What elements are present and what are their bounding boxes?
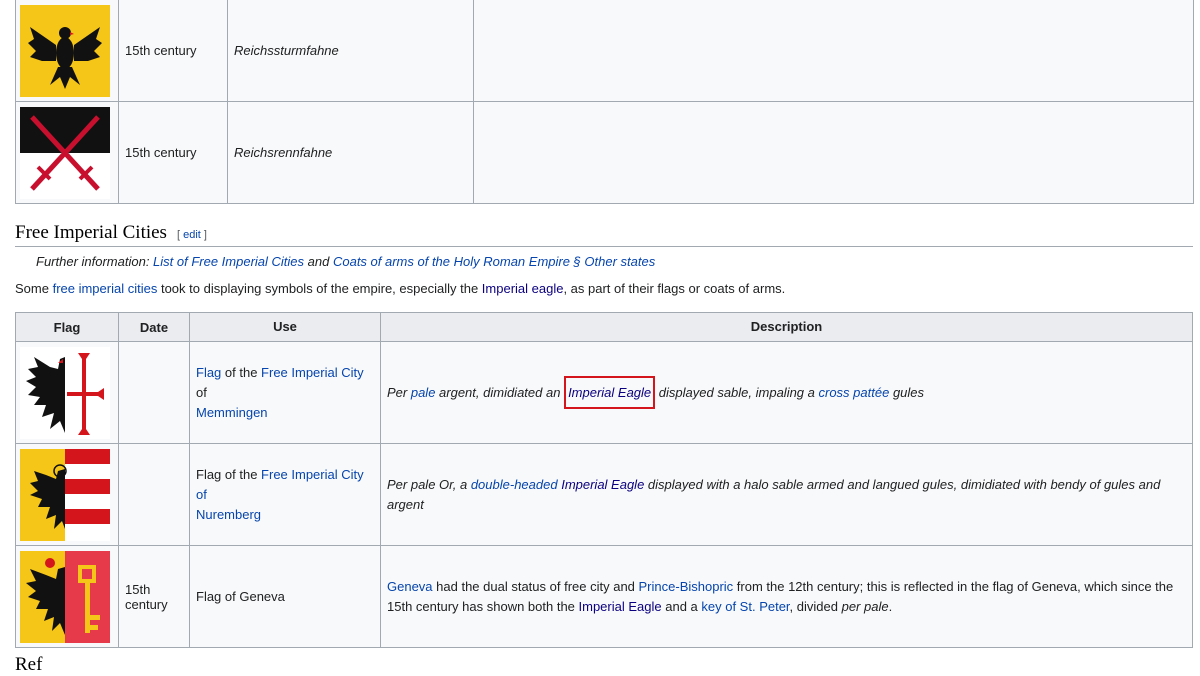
intro-text: took to displaying symbols of the empire… (157, 281, 482, 296)
edit-section: [ edit ] (177, 229, 207, 241)
table-row: 15th century Reichsrennfahne (15, 101, 1194, 204)
section-title: Free Imperial Cities (15, 222, 167, 243)
description-text: Per pale Or, a (387, 476, 471, 492)
table-row: Flag of the Free Imperial City of Nurembe… (15, 443, 1193, 546)
link-imperial-eagle[interactable]: Imperial eagle (482, 281, 564, 296)
description-text: displayed sable, impaling a (655, 384, 819, 400)
link-imperial-eagle-highlighted[interactable]: Imperial Eagle (564, 375, 656, 409)
link-flag[interactable]: Flag (196, 365, 221, 380)
date-text: century (125, 596, 168, 612)
description-text: gules (889, 384, 925, 400)
use-text: Flag of the (196, 466, 262, 482)
flag-cell (15, 0, 119, 102)
date-text: 15th (125, 581, 151, 597)
hatnote-link-coats-of-arms[interactable]: Coats of arms of the Holy Roman Empire §… (333, 254, 655, 269)
date-cell: 15th century (118, 0, 228, 102)
intro-text: Some (15, 281, 53, 296)
use-cell: Flag of the Free Imperial City of Nurembe… (189, 443, 381, 546)
date-cell (118, 341, 190, 444)
reichsrennfahne-flag-icon[interactable] (20, 106, 110, 199)
description-text: argent, dimidiated an (435, 384, 565, 400)
description-text: , divided (789, 598, 842, 614)
free-imperial-cities-table: Flag Date Use Description Flag of the Fr… (15, 312, 1193, 648)
flag-cell (15, 443, 119, 546)
description-text: Per (387, 384, 411, 400)
table-header-row: Flag Date Use Description (15, 312, 1193, 342)
hatnote: Further information: List of Free Imperi… (36, 254, 655, 269)
link-memmingen[interactable]: Memmingen (196, 405, 268, 420)
description-cell: Geneva had the dual status of free city … (380, 545, 1193, 648)
description-text: . (888, 598, 893, 614)
use-text: of the (221, 364, 262, 380)
intro-paragraph: Some free imperial cities took to displa… (15, 281, 785, 296)
edit-bracket-close: ] (200, 229, 207, 241)
table-row: Flag of the Free Imperial City of Memmin… (15, 341, 1193, 444)
link-double-headed[interactable]: double-headed (471, 477, 558, 492)
hatnote-prefix: Further information: (36, 254, 154, 269)
link-geneva[interactable]: Geneva (387, 579, 433, 594)
link-cross-pattee[interactable]: cross pattée (819, 385, 890, 400)
section-heading: Free Imperial Cities [ edit ] (15, 222, 1193, 247)
description-cell (473, 101, 1194, 204)
table-row: 15th century Reichssturmfahne (15, 0, 1194, 102)
reichssturmfahne-flag-icon[interactable] (20, 4, 110, 97)
link-nuremberg[interactable]: Nuremberg (196, 507, 261, 522)
date-cell: 15th century (118, 545, 190, 648)
date-cell: 15th century (118, 101, 228, 204)
use-cell: Reichsrennfahne (227, 101, 474, 204)
link-free-imperial-cities[interactable]: free imperial cities (53, 281, 158, 296)
hatnote-and: and (304, 254, 333, 269)
description-cell (473, 0, 1194, 102)
link-imperial-eagle[interactable]: Imperial Eagle (579, 599, 662, 614)
reich-flags-table: 15th century Reichssturmfahne 15th centu… (15, 0, 1194, 204)
intro-text: , as part of their flags or coats of arm… (563, 281, 786, 296)
header-use: Use (189, 312, 381, 342)
use-cell: Reichssturmfahne (227, 0, 474, 102)
use-cell: Flag of Geneva (189, 545, 381, 648)
link-prince-bishopric[interactable]: Prince-Bishopric (639, 579, 734, 594)
hatnote-link-free-imperial-cities[interactable]: List of Free Imperial Cities (153, 254, 304, 269)
edit-link[interactable]: edit (183, 229, 201, 241)
flag-cell (15, 545, 119, 648)
table-row: 15th century Flag of Geneva Geneva had th… (15, 545, 1193, 648)
link-free-imperial-city[interactable]: Free Imperial City (261, 365, 364, 380)
references-heading: Ref (15, 654, 43, 675)
description-cell: Per pale Or, a double-headed Imperial Ea… (380, 443, 1193, 546)
description-text: had the dual status of free city and (432, 578, 639, 594)
description-cell: Per pale argent, dimidiated an Imperial … (380, 341, 1193, 444)
link-key-of-st-peter[interactable]: key of St. Peter (701, 599, 789, 614)
link-imperial-eagle[interactable]: Imperial Eagle (561, 477, 644, 492)
flag-cell (15, 341, 119, 444)
flag-cell (15, 101, 119, 204)
header-flag: Flag (15, 312, 119, 342)
link-pale[interactable]: pale (411, 385, 436, 400)
geneva-flag-icon[interactable] (20, 550, 110, 643)
description-text: and a (661, 598, 702, 614)
date-cell (118, 443, 190, 546)
use-cell: Flag of the Free Imperial City of Memmin… (189, 341, 381, 444)
memmingen-flag-icon[interactable] (20, 346, 110, 439)
header-date: Date (118, 312, 190, 342)
header-description: Description (380, 312, 1193, 342)
nuremberg-flag-icon[interactable] (20, 448, 110, 541)
description-italic: per pale (841, 598, 889, 614)
use-text: of (196, 384, 207, 400)
